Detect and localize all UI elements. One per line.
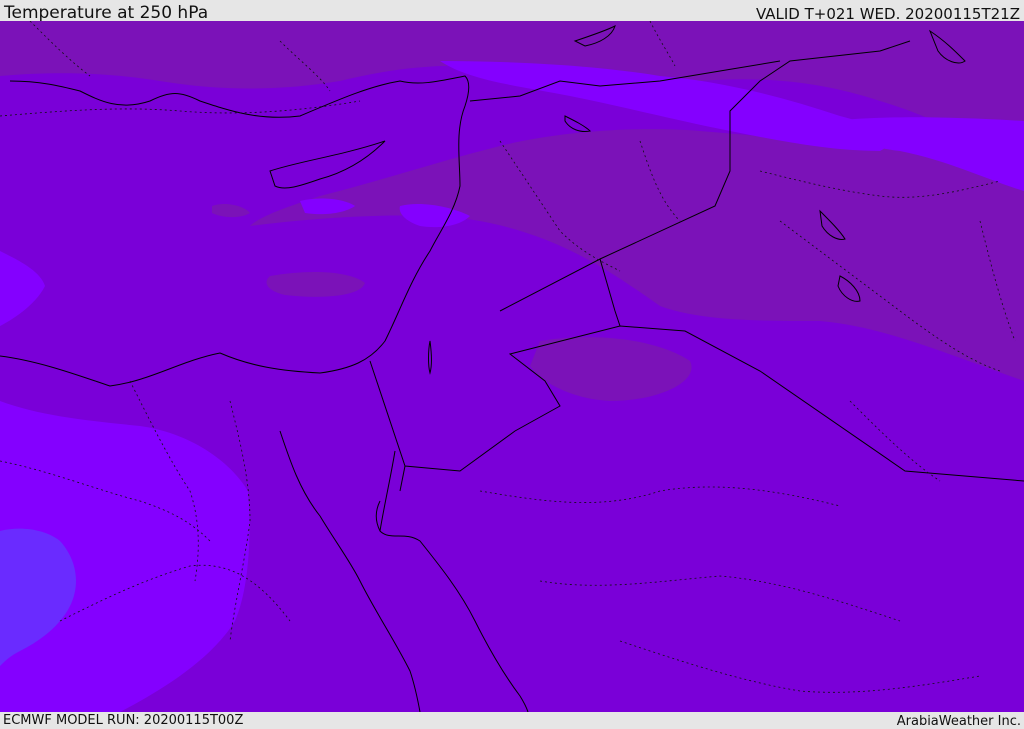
weather-map-page: Temperature at 250 hPa VALID T+021 WED. … [0, 0, 1024, 729]
footer-bar: ECMWF MODEL RUN: 20200115T00Z ArabiaWeat… [0, 712, 1024, 729]
model-run-label: ECMWF MODEL RUN: 20200115T00Z [3, 713, 244, 728]
header-bar: Temperature at 250 hPa VALID T+021 WED. … [0, 0, 1024, 23]
temperature-map[interactable] [0, 21, 1024, 712]
credit-label: ArabiaWeather Inc. [896, 714, 1021, 729]
map-canvas[interactable] [0, 21, 1024, 712]
